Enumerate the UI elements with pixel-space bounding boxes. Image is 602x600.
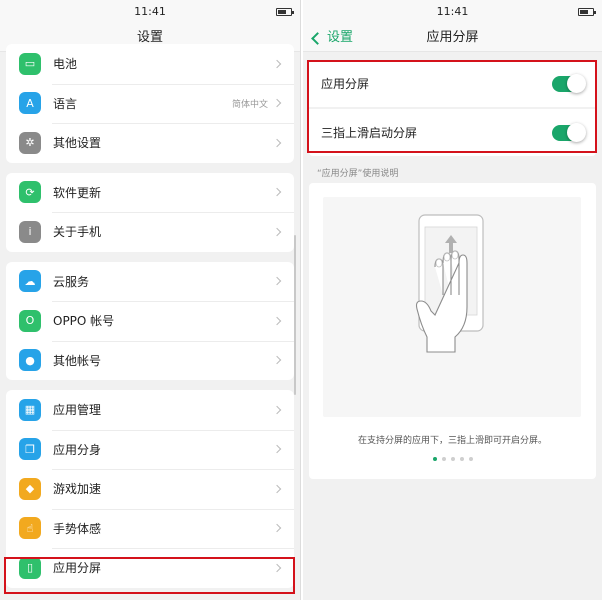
split-screen-icon: ▯	[19, 556, 41, 579]
chevron-right-icon	[272, 99, 282, 108]
status-bar: 11:41	[0, 0, 300, 24]
toggle-label: 三指上滑启动分屏	[321, 126, 418, 140]
settings-item-label: 关于手机	[53, 225, 102, 240]
settings-item[interactable]: A 语言 简体中文	[6, 83, 294, 124]
settings-item[interactable]: ❐ 应用分身	[6, 429, 294, 470]
scrollbar[interactable]	[294, 235, 296, 395]
settings-item[interactable]: ✲ 其他设置	[6, 123, 294, 163]
settings-item-label: 其他设置	[53, 136, 102, 151]
settings-item[interactable]: ● 其他帐号	[6, 340, 294, 381]
settings-item[interactable]: ▦ 应用管理	[6, 390, 294, 430]
back-label: 设置	[327, 30, 354, 45]
page-dot[interactable]	[459, 457, 464, 461]
page-indicator[interactable]	[309, 457, 596, 461]
settings-item[interactable]: ◆ 游戏加速	[6, 469, 294, 509]
nav-bar: 设置 应用分屏	[303, 24, 602, 52]
chevron-right-icon	[272, 524, 282, 533]
settings-item[interactable]: O OPPO 帐号	[6, 301, 294, 341]
status-time: 11:41	[436, 5, 469, 18]
page-dot[interactable]	[432, 457, 437, 461]
instruction-text: 在支持分屏的应用下，三指上滑即可开启分屏。	[357, 436, 547, 446]
gesture-icon: ☝	[19, 517, 41, 540]
settings-item-label: 手势体感	[53, 521, 102, 536]
settings-item[interactable]: ⟳ 软件更新	[6, 173, 294, 213]
settings-group: ▭ 电池 A 语言 简体中文 ✲ 其他设置	[6, 44, 294, 163]
chevron-right-icon	[272, 316, 282, 325]
settings-group: ☁ 云服务 O OPPO 帐号 ● 其他帐号	[6, 261, 294, 381]
settings-item-label: 游戏加速	[53, 482, 102, 497]
settings-item[interactable]: i 关于手机	[6, 212, 294, 252]
apps-icon: ▦	[19, 398, 41, 421]
language-icon: A	[19, 92, 41, 115]
settings-item-label: 语言	[53, 96, 78, 111]
toggle-row-three-finger[interactable]: 三指上滑启动分屏	[309, 109, 596, 156]
page-dot[interactable]	[468, 457, 473, 461]
status-bar: 11:41	[303, 0, 602, 24]
battery-icon: ▭	[19, 52, 41, 75]
instruction-card: 在支持分屏的应用下，三指上滑即可开启分屏。	[309, 183, 596, 479]
chevron-right-icon	[272, 445, 282, 454]
settings-item-label: 应用分身	[53, 442, 102, 457]
chevron-right-icon	[272, 563, 282, 572]
chevron-right-icon	[272, 188, 282, 197]
toggle-row-split-screen[interactable]: 应用分屏	[309, 60, 596, 107]
toggle-group: 应用分屏 三指上滑启动分屏	[309, 60, 596, 156]
settings-screen: 11:41 设置 ▭ 电池 A 语言 简体中文 ✲ 其他设置 ⟳ 软件更新 i 关于手机 ☁ 云服务 O O…	[0, 0, 301, 600]
settings-item-label: 应用管理	[53, 403, 102, 418]
settings-item-label: 其他帐号	[53, 353, 102, 368]
comparison-screenshot: 11:41 设置 ▭ 电池 A 语言 简体中文 ✲ 其他设置 ⟳ 软件更新 i 关于手机 ☁ 云服务 O O…	[0, 0, 602, 600]
settings-item-label: OPPO 帐号	[53, 314, 115, 329]
page-dot[interactable]	[441, 457, 446, 461]
status-time: 11:41	[134, 5, 166, 18]
gesture-illustration[interactable]	[323, 197, 581, 417]
update-icon: ⟳	[19, 181, 41, 204]
toggle-label: 应用分屏	[321, 77, 370, 91]
split-screen-settings: 11:41 设置 应用分屏 应用分屏 三指上滑启动分屏 “应用分屏”使用说明 在…	[303, 0, 602, 600]
gear-icon: ✲	[19, 131, 41, 154]
chevron-left-icon	[311, 31, 324, 45]
settings-item-value: 简体中文	[231, 99, 268, 110]
page-dot[interactable]	[450, 457, 455, 461]
chevron-right-icon	[272, 59, 282, 68]
phone-swipe-illustration-icon	[415, 214, 484, 353]
settings-item-label: 云服务	[53, 274, 90, 289]
page-title: 设置	[136, 30, 163, 45]
page-title: 应用分屏	[426, 30, 479, 45]
chevron-right-icon	[272, 484, 282, 493]
chevron-right-icon	[272, 356, 282, 365]
chevron-right-icon	[272, 277, 282, 286]
section-caption: “应用分屏”使用说明	[317, 169, 399, 179]
split-screen-switch[interactable]	[552, 73, 586, 93]
chevron-right-icon	[272, 227, 282, 236]
switch-knob	[567, 73, 586, 93]
cloud-icon: ☁	[19, 270, 41, 293]
settings-item[interactable]: ☁ 云服务	[6, 262, 294, 302]
settings-group: ▦ 应用管理 ❐ 应用分身 ◆ 游戏加速 ☝ 手势体感 ▯ 应用分屏	[6, 390, 294, 588]
user-icon: ●	[19, 349, 41, 372]
chevron-right-icon	[272, 405, 282, 414]
settings-item-label: 电池	[53, 57, 78, 72]
settings-item-label: 软件更新	[53, 185, 102, 200]
game-icon: ◆	[19, 477, 41, 500]
settings-group: ⟳ 软件更新 i 关于手机	[6, 172, 294, 252]
settings-item[interactable]: ▯ 应用分屏	[6, 548, 294, 588]
battery-status-icon	[578, 8, 596, 16]
settings-list[interactable]: ▭ 电池 A 语言 简体中文 ✲ 其他设置 ⟳ 软件更新 i 关于手机 ☁ 云服务 O OPPO 帐号 ● 其他…	[0, 44, 300, 600]
info-icon: i	[19, 220, 41, 243]
three-finger-switch[interactable]	[552, 122, 586, 142]
settings-item[interactable]: ▭ 电池	[6, 44, 294, 84]
settings-item[interactable]: ☝ 手势体感	[6, 508, 294, 549]
settings-item-label: 应用分屏	[53, 561, 102, 576]
back-button[interactable]: 设置	[311, 24, 354, 52]
clone-icon: ❐	[19, 438, 41, 461]
battery-status-icon	[276, 8, 294, 16]
switch-knob	[567, 122, 586, 142]
chevron-right-icon	[272, 138, 282, 147]
account-icon: O	[19, 309, 41, 332]
